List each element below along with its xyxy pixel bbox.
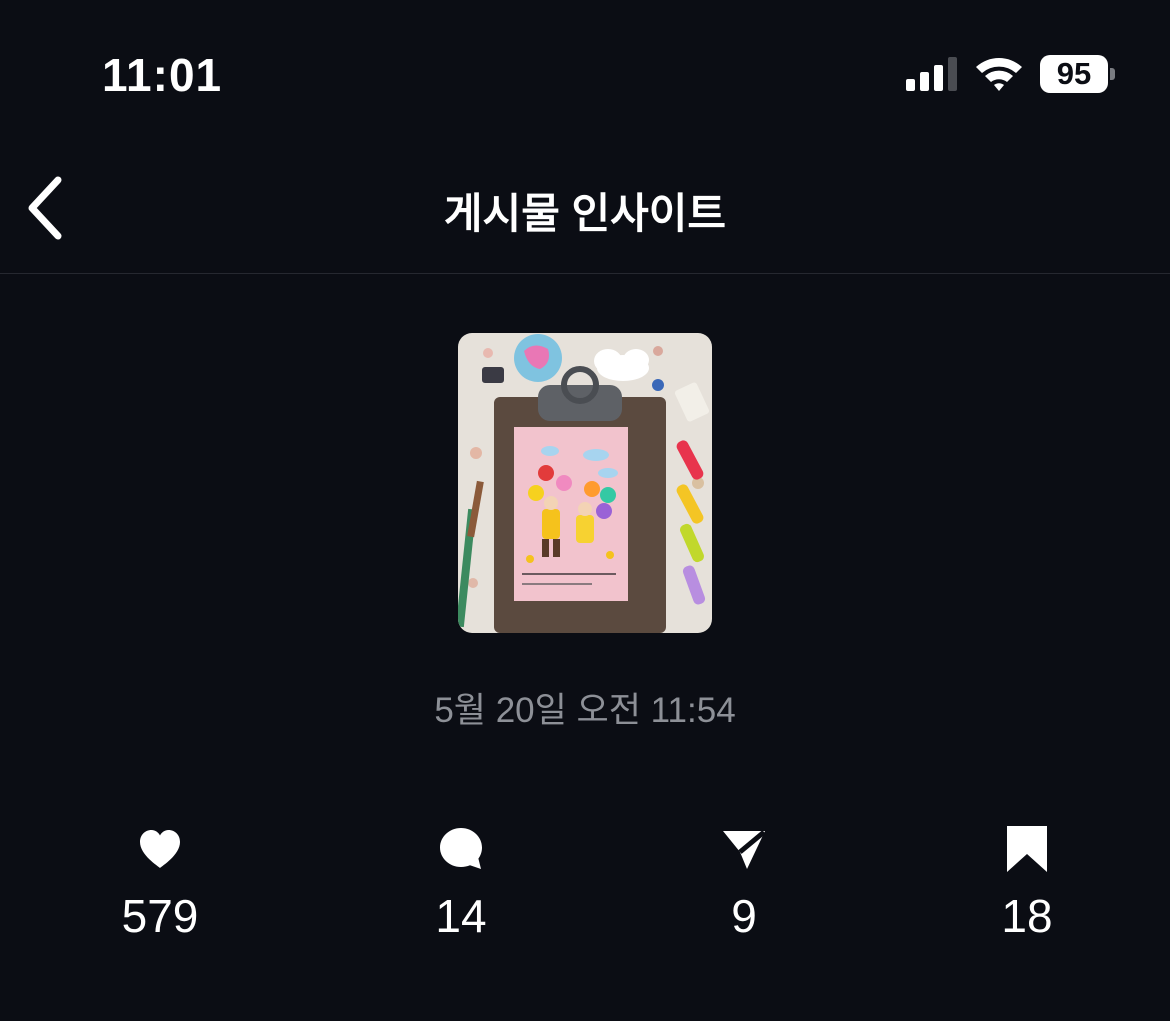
battery-indicator: 95 [1040, 55, 1116, 93]
likes-count: 579 [121, 890, 199, 942]
status-bar: 11:01 95 [0, 0, 1170, 140]
heart-icon [140, 830, 180, 868]
metrics-row: 579 14 9 18 [0, 820, 1170, 950]
battery-level: 95 [1040, 55, 1108, 93]
cellular-signal-icon [906, 57, 957, 91]
navigation-bar: 게시물 인사이트 [0, 140, 1170, 274]
send-icon [723, 830, 766, 869]
comment-icon [440, 828, 482, 869]
page-title: 게시물 인사이트 [443, 190, 727, 237]
bookmark-icon [1007, 826, 1047, 872]
comments-metric[interactable]: 14 [361, 820, 561, 950]
battery-cap [1110, 68, 1115, 80]
post-date: 5월 20일 오전 11:54 [434, 691, 736, 730]
wifi-icon [976, 58, 1022, 91]
post-thumbnail[interactable] [458, 333, 712, 633]
comments-count: 14 [435, 890, 487, 942]
status-time: 11:01 [102, 49, 223, 101]
likes-metric[interactable]: 579 [60, 820, 260, 950]
shares-metric[interactable]: 9 [644, 820, 844, 950]
post-image [458, 333, 712, 633]
shares-count: 9 [731, 890, 757, 942]
saves-count: 18 [1001, 890, 1053, 942]
saves-metric[interactable]: 18 [927, 820, 1127, 950]
